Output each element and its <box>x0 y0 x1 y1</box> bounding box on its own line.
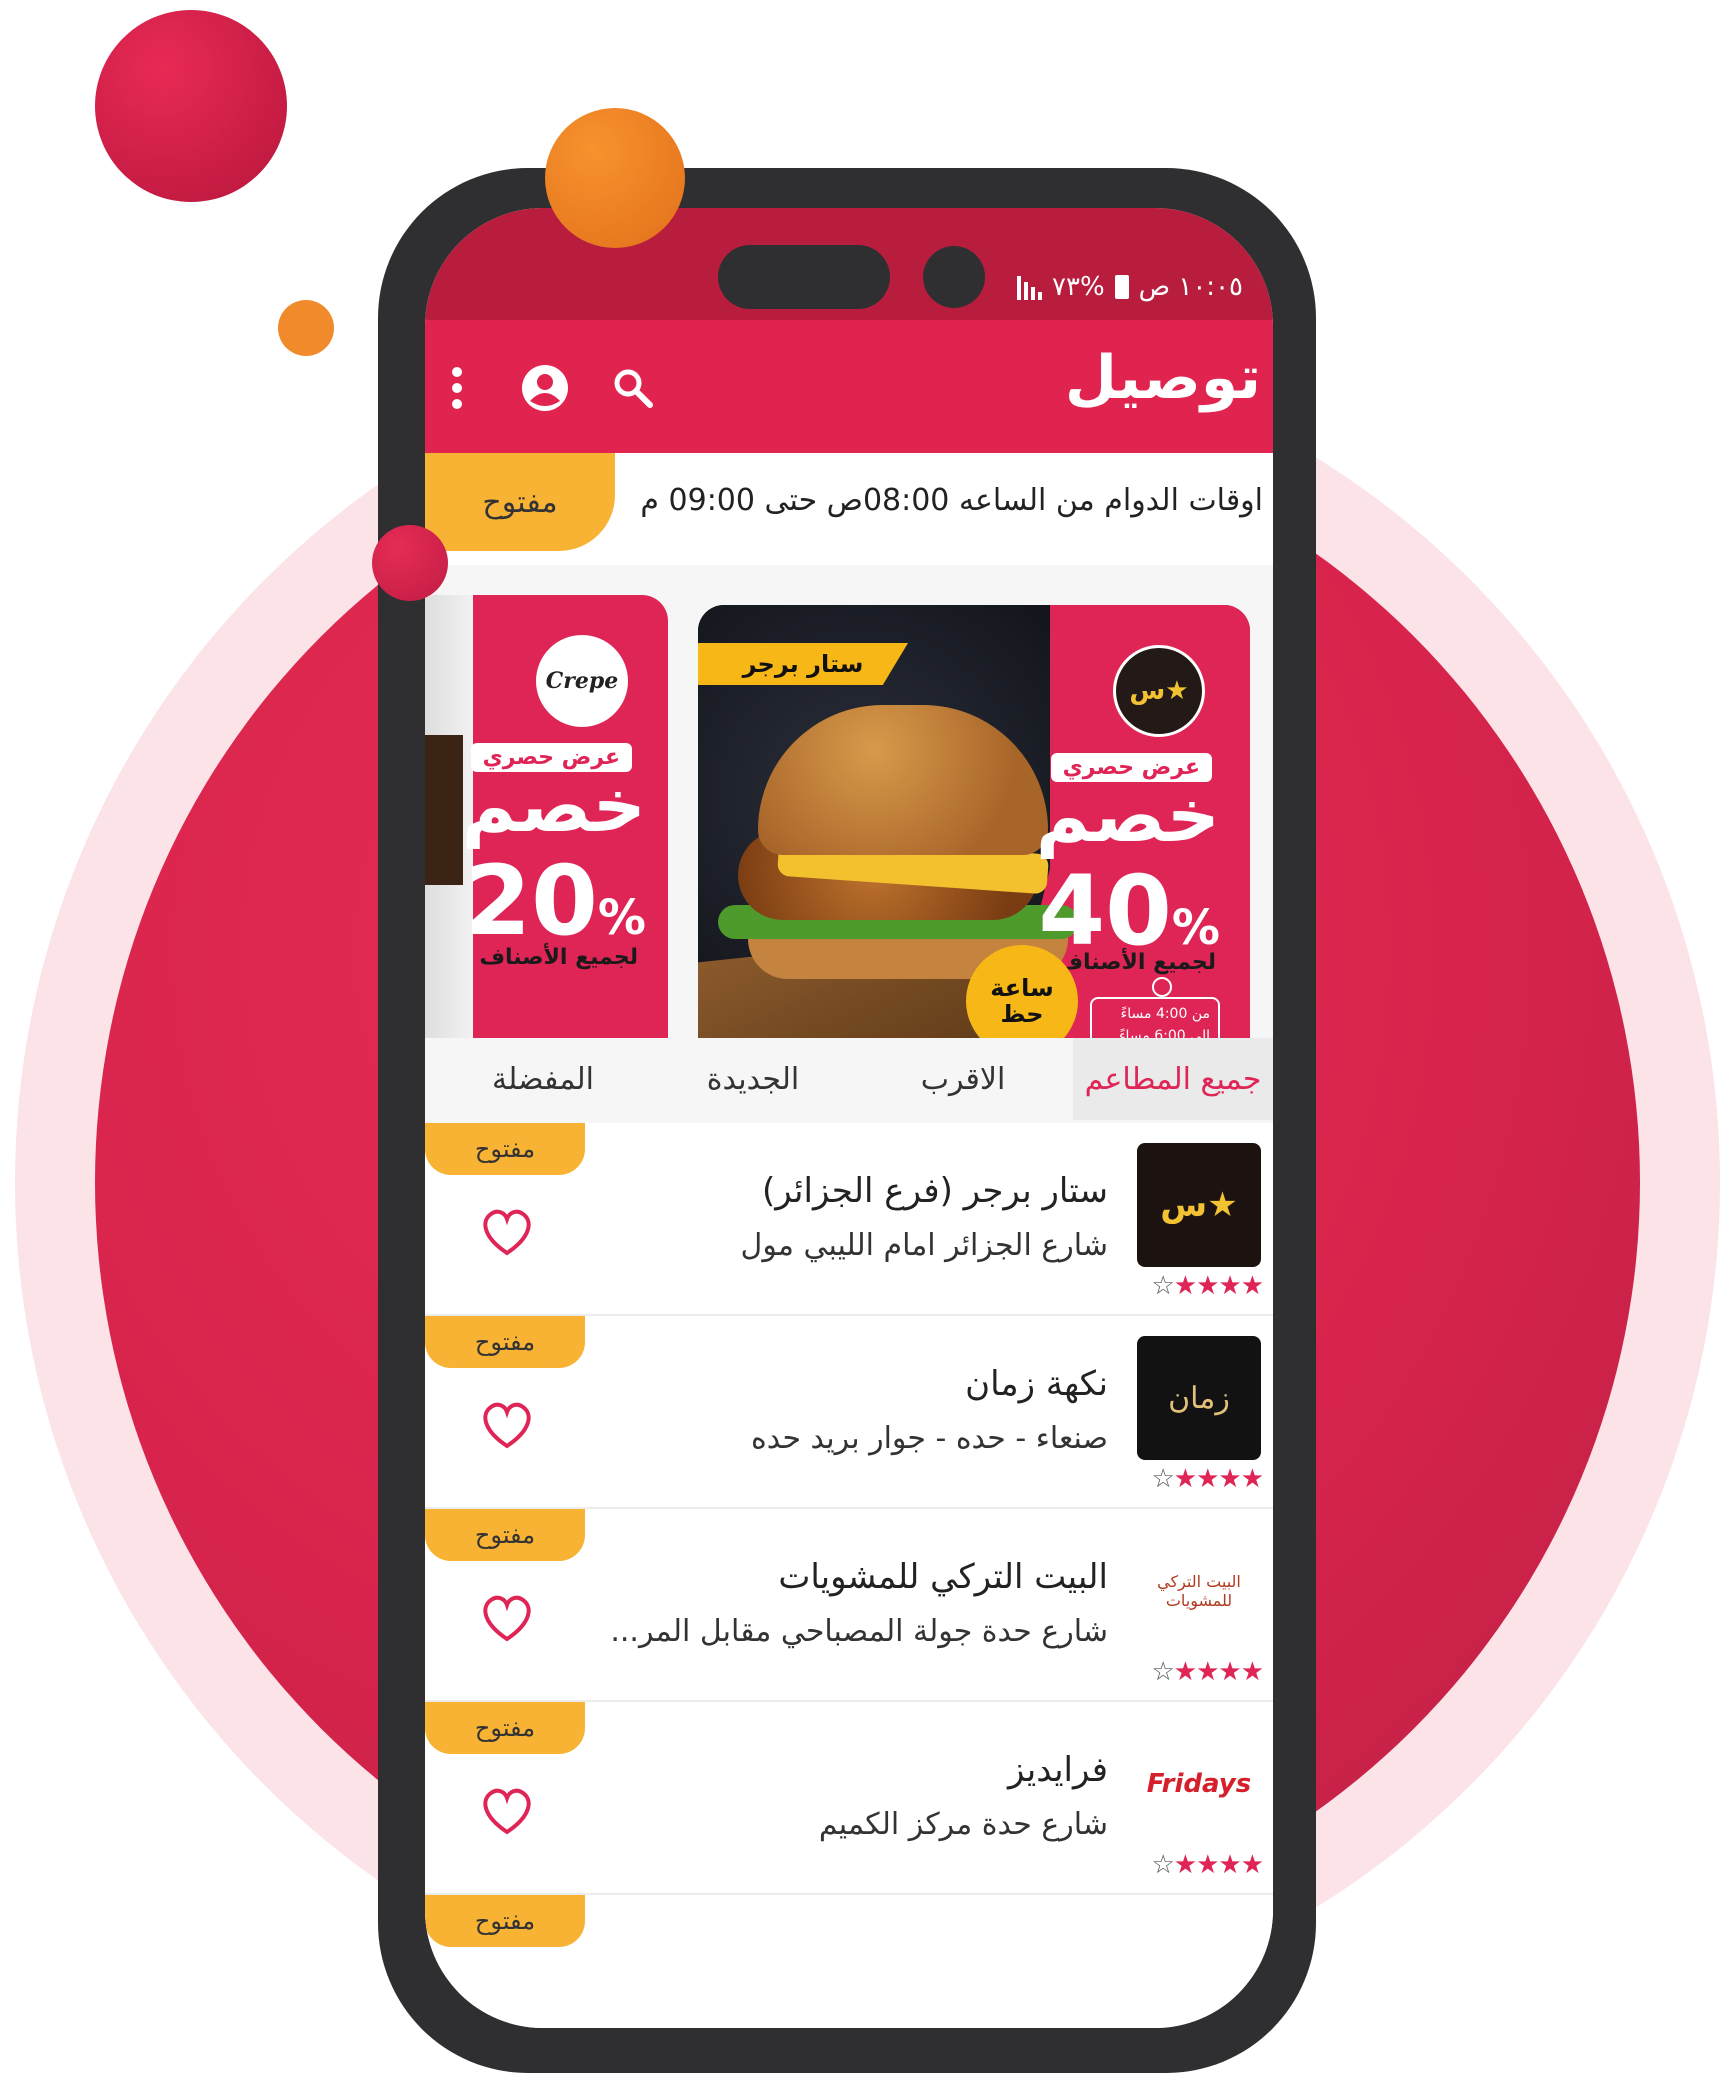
dynamic-island <box>718 245 890 309</box>
discount-percent: 20% <box>464 845 646 957</box>
restaurant-address: شارع الجزائر امام الليبي مول <box>740 1228 1108 1263</box>
open-status-badge: مفتوح <box>425 1316 585 1368</box>
all-items-label: لجميع الأصناف <box>1057 950 1216 975</box>
restaurant-row[interactable]: مفتوح <box>425 1895 1273 2028</box>
restaurant-logo: Fridays <box>1137 1722 1261 1846</box>
rating-stars: ★★★★☆ <box>1151 1657 1264 1687</box>
restaurant-name: ستار برجر (فرع الجزائر) <box>762 1171 1108 1211</box>
opening-hours-text: اوقات الدوام من الساعه 08:00ص حتى 09:00 … <box>640 483 1263 518</box>
restaurant-name: نكهة زمان <box>965 1364 1108 1404</box>
favorite-heart-icon[interactable] <box>477 1396 537 1452</box>
open-status-badge: مفتوح <box>425 453 615 551</box>
restaurant-name: فرايديز <box>1008 1750 1108 1790</box>
search-icon[interactable] <box>603 358 663 418</box>
discount-label: خصم <box>461 763 646 849</box>
tab-all-restaurants[interactable]: جميع المطاعم <box>1073 1038 1273 1120</box>
tab-nearest[interactable]: الاقرب <box>863 1038 1063 1120</box>
account-icon[interactable] <box>515 358 575 418</box>
rating-stars: ★★★★☆ <box>1151 1850 1264 1880</box>
all-items-label: لجميع الأصناف <box>479 945 638 970</box>
restaurant-address: شارع حدة جولة المصباحي مقابل المر... <box>610 1614 1108 1649</box>
restaurant-name: البيت التركي للمشويات <box>778 1557 1108 1597</box>
offer-banner-star-burger[interactable]: ستار برجر س★ عرض حصري خصم 40% لجميع الأص… <box>698 605 1250 1077</box>
restaurant-logo: البيت التركي للمشويات <box>1137 1529 1261 1653</box>
restaurant-address: صنعاء - حده - جوار بريد حده <box>751 1421 1108 1456</box>
restaurant-row[interactable]: مفتوح البيت التركي للمشويات ★★★★☆ البيت … <box>425 1509 1273 1702</box>
tab-new[interactable]: الجديدة <box>653 1038 853 1120</box>
clock-icon <box>1152 977 1172 997</box>
battery-icon <box>1114 275 1129 299</box>
more-menu-icon[interactable] <box>427 358 487 418</box>
status-time: ١٠:٠٥ ص <box>1138 272 1243 302</box>
rating-stars: ★★★★☆ <box>1151 1464 1264 1494</box>
opening-hours-bar: مفتوح اوقات الدوام من الساعه 08:00ص حتى … <box>425 453 1273 565</box>
restaurant-row[interactable]: مفتوح Fridays ★★★★☆ فرايديز شارع حدة مرك… <box>425 1702 1273 1895</box>
restaurant-logo: س★ <box>1137 1143 1261 1267</box>
favorite-heart-icon[interactable] <box>477 1782 537 1838</box>
open-status-badge: مفتوح <box>425 1123 585 1175</box>
app-title: توصيل <box>1064 343 1261 413</box>
battery-level: %٧٣ <box>1052 272 1105 302</box>
decor-dot <box>545 108 685 248</box>
rating-stars: ★★★★☆ <box>1151 1271 1264 1301</box>
signal-icon <box>1017 274 1043 300</box>
offer-time-from: من 4:00 مساءً <box>1120 1006 1210 1022</box>
category-tabs: جميع المطاعم الاقرب الجديدة المفضلة <box>425 1038 1273 1120</box>
star-burger-logo: س★ <box>1113 645 1205 737</box>
open-status-badge: مفتوح <box>425 1895 585 1947</box>
restaurant-list: مفتوح س★ ★★★★☆ ستار برجر (فرع الجزائر) ش… <box>425 1123 1273 2028</box>
decor-dot <box>278 300 334 356</box>
favorite-heart-icon[interactable] <box>477 1589 537 1645</box>
phone-screen: ١٠:٠٥ ص %٧٣ توصيل مفتوح اوقات الدوام من … <box>425 208 1273 2028</box>
restaurant-logo: زمان <box>1137 1336 1261 1460</box>
discount-label: خصم <box>1035 773 1220 859</box>
restaurant-row[interactable]: مفتوح س★ ★★★★☆ ستار برجر (فرع الجزائر) ش… <box>425 1123 1273 1316</box>
offer-banner-crepe[interactable]: Crepe عرض حصري خصم 20% لجميع الأصناف <box>425 595 668 1073</box>
restaurant-address: شارع حدة مركز الكميم <box>818 1807 1108 1842</box>
open-status-badge: مفتوح <box>425 1509 585 1561</box>
tab-favorites[interactable]: المفضلة <box>443 1038 643 1120</box>
front-camera <box>923 246 985 308</box>
favorite-heart-icon[interactable] <box>477 1203 537 1259</box>
status-bar: ١٠:٠٥ ص %٧٣ <box>1017 272 1243 302</box>
restaurant-row[interactable]: مفتوح زمان ★★★★☆ نكهة زمان صنعاء - حده -… <box>425 1316 1273 1509</box>
decor-dot <box>95 10 287 202</box>
crepe-logo: Crepe <box>536 635 628 727</box>
banner-tag: ستار برجر <box>698 643 908 685</box>
decor-dot <box>372 525 448 601</box>
cake-image <box>425 735 463 885</box>
open-status-badge: مفتوح <box>425 1702 585 1754</box>
